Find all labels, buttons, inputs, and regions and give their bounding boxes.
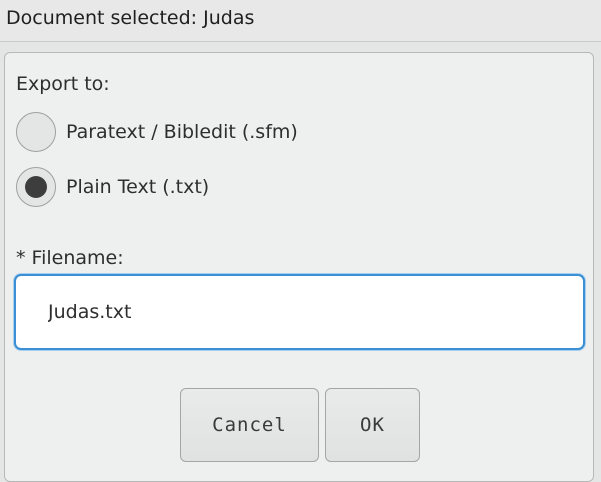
- export-to-label: Export to:: [16, 73, 110, 95]
- window-title: Document selected: Judas: [6, 7, 255, 29]
- radio-button-sfm[interactable]: [16, 112, 56, 152]
- ok-button[interactable]: OK: [325, 388, 420, 462]
- radio-button-txt[interactable]: [16, 167, 56, 207]
- radio-option-sfm[interactable]: Paratext / Bibledit (.sfm): [16, 110, 416, 154]
- filename-input[interactable]: [14, 274, 585, 350]
- radio-selected-dot: [25, 176, 47, 198]
- radio-label-sfm: Paratext / Bibledit (.sfm): [66, 121, 298, 143]
- cancel-button[interactable]: Cancel: [180, 388, 319, 462]
- radio-label-txt: Plain Text (.txt): [66, 176, 210, 198]
- radio-option-txt[interactable]: Plain Text (.txt): [16, 165, 416, 209]
- title-bar: Document selected: Judas: [0, 0, 601, 42]
- filename-label: * Filename:: [16, 247, 124, 269]
